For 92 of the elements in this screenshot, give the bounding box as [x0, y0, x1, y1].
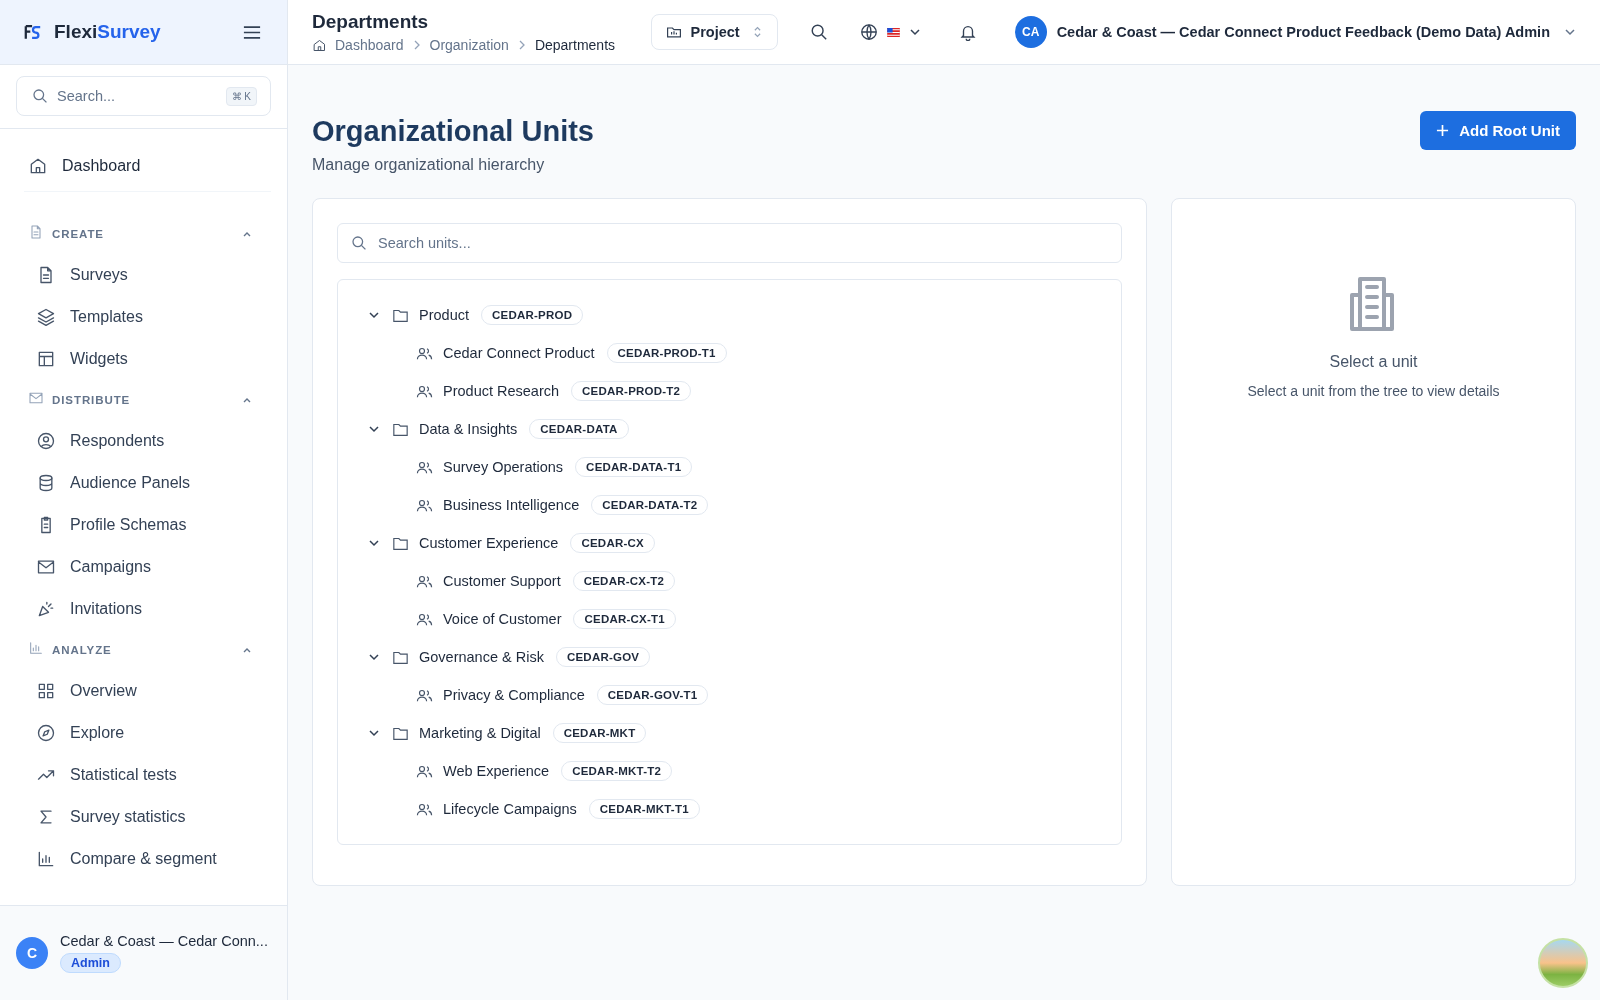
unit-name[interactable]: Lifecycle Campaigns	[443, 801, 577, 817]
dashboard-item[interactable]: Dashboard	[24, 141, 271, 192]
unit-name[interactable]: Governance & Risk	[419, 649, 544, 665]
bar-chart-icon	[36, 849, 56, 869]
flag-icon[interactable]	[886, 27, 900, 37]
home-icon	[312, 37, 327, 53]
unit-name[interactable]: Web Experience	[443, 763, 550, 779]
unit-name[interactable]: Product Research	[443, 383, 560, 399]
chevron-down-icon[interactable]	[1564, 26, 1576, 38]
nav-item[interactable]: Compare & segment	[24, 838, 261, 880]
user-avatar[interactable]: CA	[1014, 16, 1047, 48]
chevron-down-icon[interactable]	[368, 727, 380, 739]
chevron-down-icon[interactable]	[908, 26, 921, 38]
unit-name[interactable]: Privacy & Compliance	[443, 687, 585, 703]
chevron-down-icon[interactable]	[368, 309, 380, 321]
user-circle-icon	[36, 431, 56, 451]
unit-name[interactable]: Survey Operations	[443, 459, 564, 475]
logo-icon	[24, 23, 42, 41]
unit-name[interactable]: Marketing & Digital	[419, 725, 541, 741]
bell-icon[interactable]	[958, 23, 977, 41]
nav-item[interactable]: Audience Panels	[24, 462, 261, 504]
folder-chart-icon	[666, 24, 683, 40]
unit-name[interactable]: Cedar Connect Product	[443, 345, 595, 361]
users-icon	[416, 573, 433, 589]
search-icon	[351, 235, 367, 251]
user-name[interactable]: Cedar & Coast — Cedar Connect Product Feedback (Demo Data) Admin	[1056, 24, 1550, 40]
bar-chart-icon	[28, 640, 44, 656]
chevron-down-icon[interactable]	[368, 537, 380, 549]
section-title: ANALYZE	[52, 644, 113, 656]
nav-item[interactable]: Surveys	[24, 254, 261, 296]
search-units-field[interactable]: Search units...	[337, 223, 1122, 263]
avatar: C	[16, 937, 48, 969]
grid-icon	[36, 681, 56, 701]
nav-item[interactable]: Widgets	[24, 338, 261, 380]
page-title: Organizational Units	[312, 115, 594, 148]
nav-item[interactable]: Overview	[24, 670, 261, 712]
home-icon	[28, 156, 48, 176]
nav-item[interactable]: Profile Schemas	[24, 504, 261, 546]
users-icon	[416, 497, 433, 513]
unit-name[interactable]: Business Intelligence	[443, 497, 580, 513]
chevron-down-icon[interactable]	[368, 423, 380, 435]
unit-name[interactable]: Customer Experience	[419, 535, 559, 551]
nav-item[interactable]: Statistical tests	[24, 754, 261, 796]
shortcut-hint: ⌘ K	[225, 87, 257, 106]
section-title: DISTRIBUTE	[52, 394, 132, 406]
users-icon	[416, 345, 433, 361]
nav-item[interactable]: Templates	[24, 296, 261, 338]
project-selector[interactable]: Project	[651, 14, 778, 50]
nav-item[interactable]: Respondents	[24, 420, 261, 462]
unit-name[interactable]: Data & Insights	[419, 421, 518, 437]
folder-icon	[392, 421, 409, 437]
nav-item[interactable]: Explore	[24, 712, 261, 754]
search-icon[interactable]	[809, 23, 828, 41]
search-icon	[32, 88, 48, 104]
users-icon	[416, 763, 433, 779]
users-icon	[416, 459, 433, 475]
section-title: CREATE	[52, 228, 105, 240]
layers-icon	[36, 307, 56, 327]
unit-name[interactable]: Product	[419, 307, 469, 323]
role-badge: Admin	[60, 953, 121, 973]
mail-icon	[28, 390, 44, 406]
account-name: Cedar & Coast — Cedar Conn...	[60, 933, 268, 949]
empty-state-title: Select a unit	[1329, 353, 1418, 371]
menu-icon[interactable]	[243, 24, 261, 40]
users-icon	[416, 801, 433, 817]
document-icon	[28, 224, 44, 240]
party-popper-icon	[36, 599, 56, 619]
unit-name[interactable]: Voice of Customer	[443, 611, 562, 627]
breadcrumb-link[interactable]: Departments	[534, 37, 616, 53]
users-icon	[416, 611, 433, 627]
globe-icon[interactable]	[859, 23, 878, 41]
users-icon	[416, 687, 433, 703]
page-header-title: Departments	[312, 11, 430, 33]
folder-icon	[392, 307, 409, 323]
folder-icon	[392, 649, 409, 665]
layout-icon	[36, 349, 56, 369]
brand-name: FlexiSurvey	[54, 21, 161, 43]
chevron-down-icon[interactable]	[368, 651, 380, 663]
nav-item[interactable]: Campaigns	[24, 546, 261, 588]
unit-name[interactable]: Customer Support	[443, 573, 561, 589]
folder-icon	[392, 725, 409, 741]
folder-icon	[392, 535, 409, 551]
plus-icon	[1436, 124, 1450, 137]
breadcrumb-link[interactable]: Dashboard	[335, 37, 404, 53]
nav-item[interactable]: Invitations	[24, 588, 261, 630]
empty-state-hint: Select a unit from the tree to view details	[1247, 383, 1500, 399]
page-subtitle: Manage organizational hierarchy	[312, 156, 546, 174]
add-root-unit-button[interactable]: Add Root Unit	[1420, 111, 1576, 150]
nav-item[interactable]: Survey statistics	[24, 796, 261, 838]
compass-icon	[36, 723, 56, 743]
users-icon	[416, 383, 433, 399]
breadcrumb-link[interactable]: Organization	[429, 37, 509, 53]
